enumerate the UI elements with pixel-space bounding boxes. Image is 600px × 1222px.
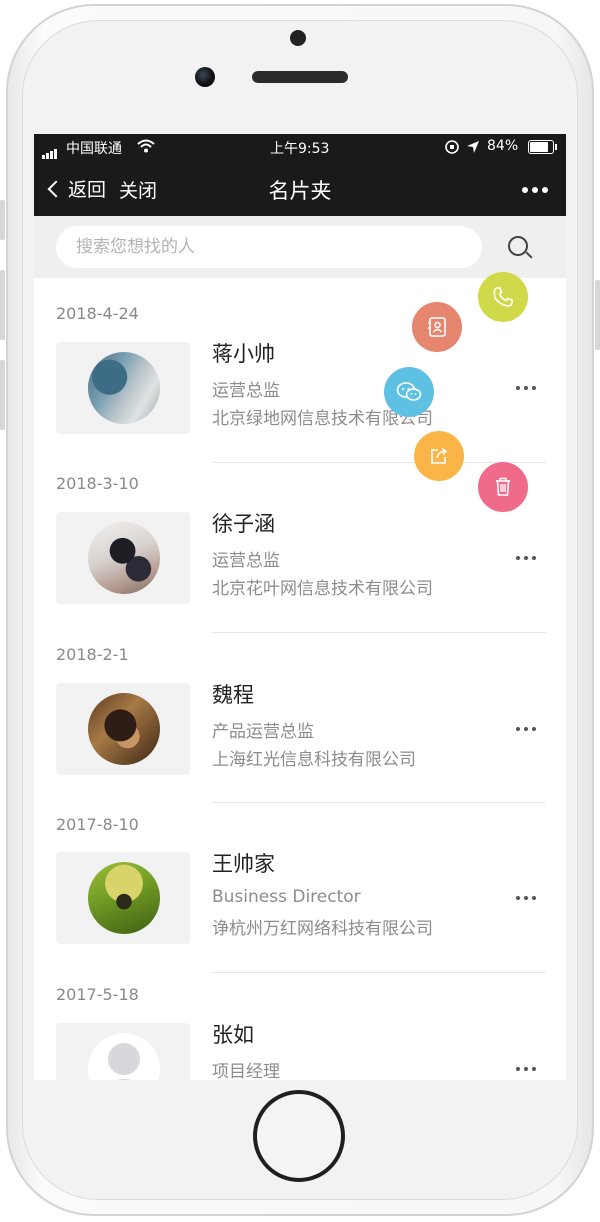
signal-icon bbox=[42, 143, 58, 159]
power-button bbox=[595, 280, 600, 350]
status-bar: 中国联通 上午9:53 84% bbox=[34, 134, 566, 160]
app-screen: 中国联通 上午9:53 84% 返回 关闭 名片夹 搜索您想找的人 2018-4… bbox=[34, 134, 566, 1080]
card-more-button[interactable] bbox=[516, 1067, 536, 1071]
contact-company: 北京花叶网信息技术有限公司 bbox=[212, 579, 433, 599]
card-date: 2017-5-18 bbox=[56, 985, 139, 1004]
volume-up-button bbox=[0, 270, 5, 340]
orientation-lock-icon bbox=[445, 140, 459, 154]
contact-title: Business Director bbox=[212, 887, 361, 907]
carrier-label: 中国联通 bbox=[66, 141, 122, 157]
save-contact-button[interactable] bbox=[412, 302, 462, 352]
phone-icon bbox=[493, 287, 513, 307]
card-date: 2018-2-1 bbox=[56, 645, 129, 664]
battery-percent: 84% bbox=[487, 138, 519, 154]
clock: 上午9:53 bbox=[270, 141, 330, 157]
card-thumbnail[interactable] bbox=[56, 342, 190, 434]
card-thumbnail[interactable] bbox=[56, 683, 190, 775]
card-more-button[interactable] bbox=[516, 896, 536, 900]
contact-title: 产品运营总监 bbox=[212, 722, 314, 742]
avatar bbox=[88, 862, 160, 934]
delete-button[interactable] bbox=[478, 462, 528, 512]
location-arrow-icon bbox=[467, 141, 479, 153]
wechat-icon bbox=[396, 382, 422, 401]
contact-title: 项目经理 bbox=[212, 1062, 280, 1080]
avatar bbox=[88, 352, 160, 424]
mute-switch bbox=[0, 200, 5, 240]
card-date: 2017-8-10 bbox=[56, 815, 139, 834]
share-button[interactable] bbox=[414, 431, 464, 481]
divider bbox=[212, 972, 546, 973]
contact-company: 诤杭州万红网络科技有限公司 bbox=[212, 919, 433, 939]
contact-book-icon bbox=[428, 317, 446, 337]
default-avatar-icon bbox=[88, 1033, 160, 1080]
contact-name[interactable]: 王帅家 bbox=[212, 848, 275, 878]
front-camera bbox=[195, 67, 215, 87]
search-bar: 搜索您想找的人 bbox=[34, 216, 566, 278]
page-title: 名片夹 bbox=[268, 179, 332, 203]
contact-company: 上海红光信息科技有限公司 bbox=[212, 750, 416, 770]
wifi-icon bbox=[137, 139, 155, 153]
search-icon[interactable] bbox=[508, 236, 528, 256]
card-date: 2018-3-10 bbox=[56, 474, 139, 493]
home-button[interactable] bbox=[253, 1090, 345, 1182]
search-input[interactable]: 搜索您想找的人 bbox=[56, 226, 482, 268]
share-icon bbox=[431, 447, 448, 464]
contact-name[interactable]: 魏程 bbox=[212, 679, 254, 709]
earpiece-speaker bbox=[252, 71, 348, 83]
contact-name[interactable]: 张如 bbox=[212, 1019, 254, 1049]
card-more-button[interactable] bbox=[516, 556, 536, 560]
trash-icon bbox=[496, 477, 510, 496]
card-thumbnail[interactable] bbox=[56, 1023, 190, 1080]
battery-icon bbox=[528, 140, 557, 154]
battery-fill bbox=[530, 142, 548, 152]
wechat-share-button[interactable] bbox=[384, 367, 434, 417]
contact-name[interactable]: 蒋小帅 bbox=[212, 338, 275, 368]
more-menu-button[interactable] bbox=[522, 187, 548, 193]
avatar bbox=[88, 693, 160, 765]
divider bbox=[212, 802, 546, 803]
card-more-button[interactable] bbox=[516, 727, 536, 731]
contact-title: 运营总监 bbox=[212, 381, 280, 401]
divider bbox=[212, 632, 546, 633]
contact-name[interactable]: 徐子涵 bbox=[212, 508, 275, 538]
card-date: 2018-4-24 bbox=[56, 304, 139, 323]
call-button[interactable] bbox=[478, 272, 528, 322]
card-thumbnail[interactable] bbox=[56, 852, 190, 944]
card-more-button[interactable] bbox=[516, 386, 536, 390]
card-thumbnail[interactable] bbox=[56, 512, 190, 604]
avatar bbox=[88, 522, 160, 594]
top-sensor bbox=[290, 30, 306, 46]
nav-bar: 返回 关闭 名片夹 bbox=[34, 160, 566, 216]
volume-down-button bbox=[0, 360, 5, 430]
contact-title: 运营总监 bbox=[212, 551, 280, 571]
